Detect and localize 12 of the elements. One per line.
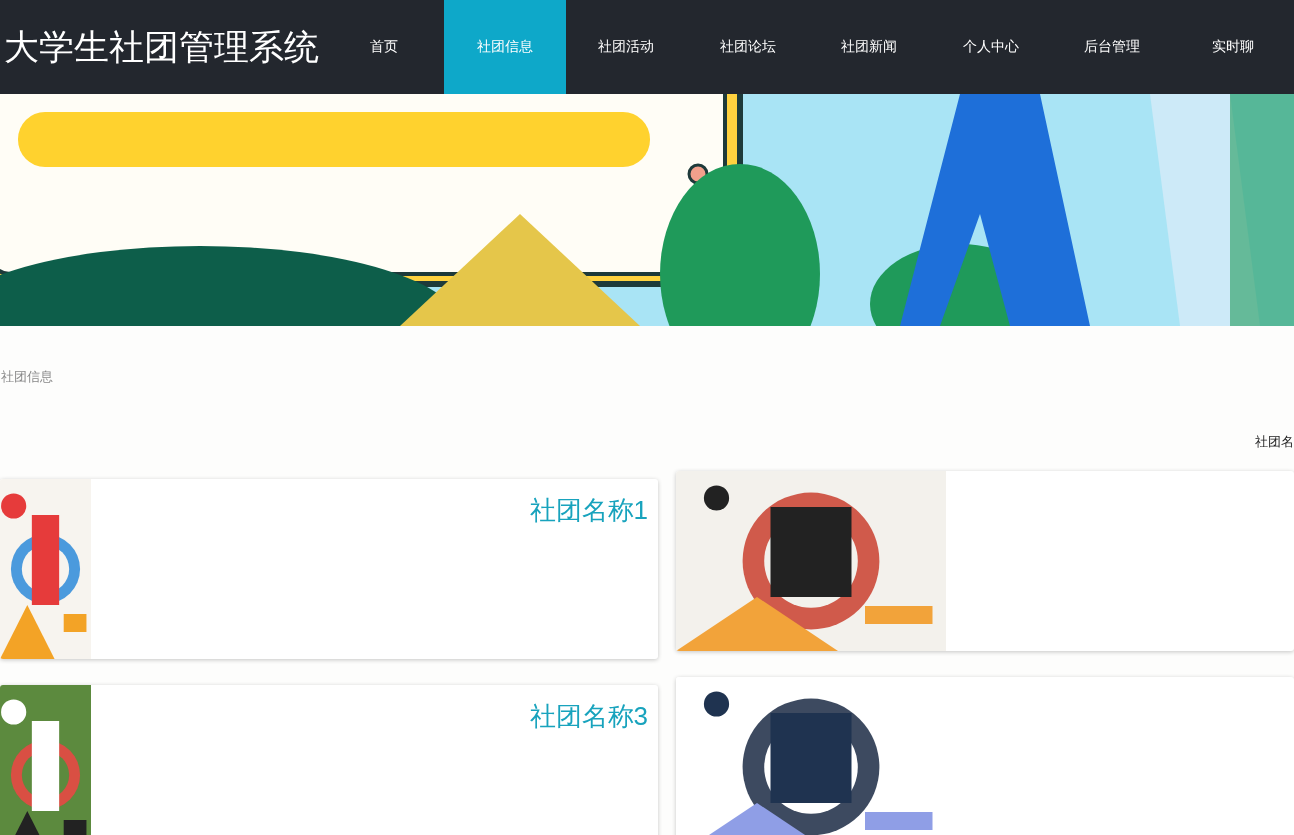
nav-tab[interactable]: 社团新闻 bbox=[808, 0, 930, 94]
nav-tab[interactable]: 个人中心 bbox=[929, 0, 1052, 94]
nav-tab[interactable]: 实时聊 bbox=[1172, 0, 1294, 94]
sort-label[interactable]: 社团名 bbox=[1255, 433, 1294, 451]
nav-tab[interactable]: 首页 bbox=[323, 0, 445, 94]
club-card[interactable] bbox=[676, 471, 1294, 651]
site-title: 大学生社团管理系统 bbox=[3, 25, 320, 68]
nav-tab[interactable]: 社团论坛 bbox=[687, 0, 809, 94]
breadcrumb: 社团信息 bbox=[0, 368, 54, 386]
club-card[interactable] bbox=[676, 677, 1294, 835]
nav-tab[interactable]: 社团活动 bbox=[565, 0, 688, 94]
nav-tab[interactable]: 后台管理 bbox=[1051, 0, 1173, 94]
